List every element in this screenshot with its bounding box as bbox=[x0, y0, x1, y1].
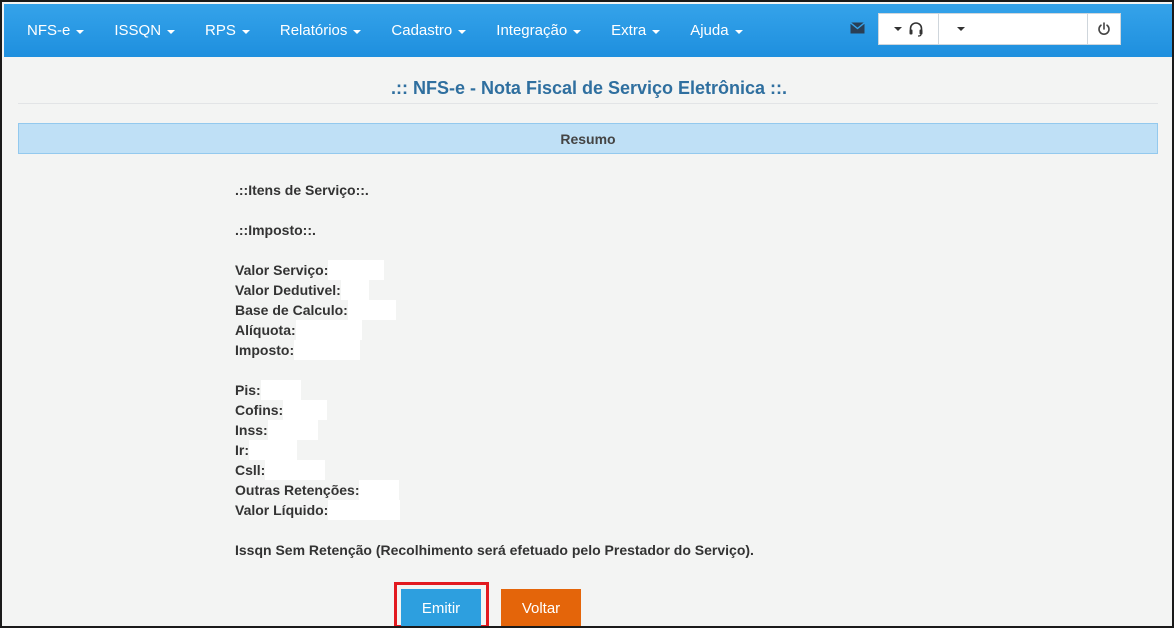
chevron-down-icon bbox=[573, 29, 582, 34]
nav-cadastro[interactable]: Cadastro bbox=[376, 4, 481, 57]
chevron-down-icon bbox=[458, 29, 467, 34]
nav-issqn[interactable]: ISSQN bbox=[99, 4, 190, 57]
imposto-heading: .::Imposto::. bbox=[235, 222, 316, 238]
support-dropdown[interactable] bbox=[879, 14, 939, 44]
nav-extra-label: Extra bbox=[611, 22, 647, 39]
chevron-down-icon bbox=[167, 29, 176, 34]
nav-cadastro-label: Cadastro bbox=[391, 22, 453, 39]
base-calculo-label: Base de Calculo: bbox=[235, 302, 348, 318]
nav-issqn-label: ISSQN bbox=[114, 22, 162, 39]
pis-label: Pis: bbox=[235, 382, 261, 398]
ir-row: Ir: bbox=[235, 440, 754, 460]
nav-rps-label: RPS bbox=[205, 22, 236, 39]
redacted-value bbox=[359, 480, 400, 500]
headset-icon bbox=[909, 22, 922, 37]
aliquota-label: Alíquota: bbox=[235, 322, 296, 338]
chevron-down-icon bbox=[957, 27, 965, 31]
outras-retencoes-row: Outras Retenções: bbox=[235, 480, 754, 500]
page-title: .:: NFS-e - Nota Fiscal de Serviço Eletr… bbox=[390, 78, 788, 98]
csll-row: Csll: bbox=[235, 460, 754, 480]
valor-liquido-label: Valor Líquido: bbox=[235, 502, 329, 518]
redacted-value bbox=[283, 400, 328, 420]
valor-dedutivel-label: Valor Dedutivel: bbox=[235, 282, 341, 298]
section-header-resumo: Resumo bbox=[18, 123, 1158, 154]
section-title: Resumo bbox=[560, 130, 616, 147]
aliquota-row: Alíquota: bbox=[235, 320, 754, 340]
redacted-value bbox=[328, 500, 401, 520]
summary-panel: .::Itens de Serviço::. .::Imposto::. Val… bbox=[235, 180, 754, 560]
redacted-value bbox=[265, 460, 326, 480]
chevron-down-icon bbox=[241, 29, 250, 34]
inss-row: Inss: bbox=[235, 420, 754, 440]
redacted-value bbox=[294, 340, 361, 360]
voltar-button[interactable]: Voltar bbox=[501, 589, 581, 626]
base-calculo-row: Base de Calculo: bbox=[235, 300, 754, 320]
redacted-value bbox=[347, 300, 396, 320]
nav-relatorios[interactable]: Relatórios bbox=[265, 4, 377, 57]
cofins-row: Cofins: bbox=[235, 400, 754, 420]
outras-retencoes-label: Outras Retenções: bbox=[235, 482, 360, 498]
imposto-label: Imposto: bbox=[235, 342, 295, 358]
emitir-button[interactable]: Emitir bbox=[401, 589, 481, 626]
title-divider bbox=[18, 103, 1158, 104]
issqn-note: Issqn Sem Retenção (Recolhimento será ef… bbox=[235, 542, 754, 558]
nav-ajuda-label: Ajuda bbox=[690, 22, 729, 39]
imposto-row: Imposto: bbox=[235, 340, 754, 360]
company-selector[interactable] bbox=[939, 14, 1088, 44]
voltar-button-label: Voltar bbox=[521, 599, 561, 617]
user-toolbox bbox=[878, 13, 1121, 45]
redacted-value bbox=[249, 440, 297, 460]
redacted-value bbox=[340, 280, 369, 300]
logout-button[interactable] bbox=[1088, 14, 1120, 44]
redacted-value bbox=[295, 320, 362, 340]
ir-label: Ir: bbox=[235, 442, 249, 458]
inss-label: Inss: bbox=[235, 422, 268, 438]
chevron-down-icon bbox=[893, 27, 902, 31]
nav-nfse-label: NFS-e bbox=[27, 22, 71, 39]
redacted-value bbox=[328, 260, 385, 280]
nav-extra[interactable]: Extra bbox=[596, 4, 675, 57]
cofins-label: Cofins: bbox=[235, 402, 284, 418]
csll-label: Csll: bbox=[235, 462, 266, 478]
chevron-down-icon bbox=[652, 29, 661, 34]
app-frame: NFS-e ISSQN RPS Relatórios Cadastro Inte… bbox=[0, 0, 1174, 628]
redacted-value bbox=[267, 420, 318, 440]
chevron-down-icon bbox=[76, 29, 85, 34]
redacted-value bbox=[260, 380, 301, 400]
valor-servico-label: Valor Serviço: bbox=[235, 262, 329, 278]
itens-heading: .::Itens de Serviço::. bbox=[235, 182, 369, 198]
emitir-button-label: Emitir bbox=[421, 599, 461, 617]
chevron-down-icon bbox=[353, 29, 362, 34]
nav-integracao[interactable]: Integração bbox=[481, 4, 596, 57]
nav-ajuda[interactable]: Ajuda bbox=[675, 4, 757, 57]
pis-row: Pis: bbox=[235, 380, 754, 400]
nav-nfse[interactable]: NFS-e bbox=[12, 4, 99, 57]
nav-relatorios-label: Relatórios bbox=[279, 22, 348, 39]
valor-liquido-row: Valor Líquido: bbox=[235, 500, 754, 520]
envelope-icon[interactable] bbox=[850, 22, 865, 34]
nav-rps[interactable]: RPS bbox=[190, 4, 265, 57]
valor-servico-row: Valor Serviço: bbox=[235, 260, 754, 280]
valor-dedutivel-row: Valor Dedutivel: bbox=[235, 280, 754, 300]
nav-integracao-label: Integração bbox=[496, 22, 568, 39]
chevron-down-icon bbox=[734, 29, 743, 34]
power-icon bbox=[1098, 22, 1110, 35]
